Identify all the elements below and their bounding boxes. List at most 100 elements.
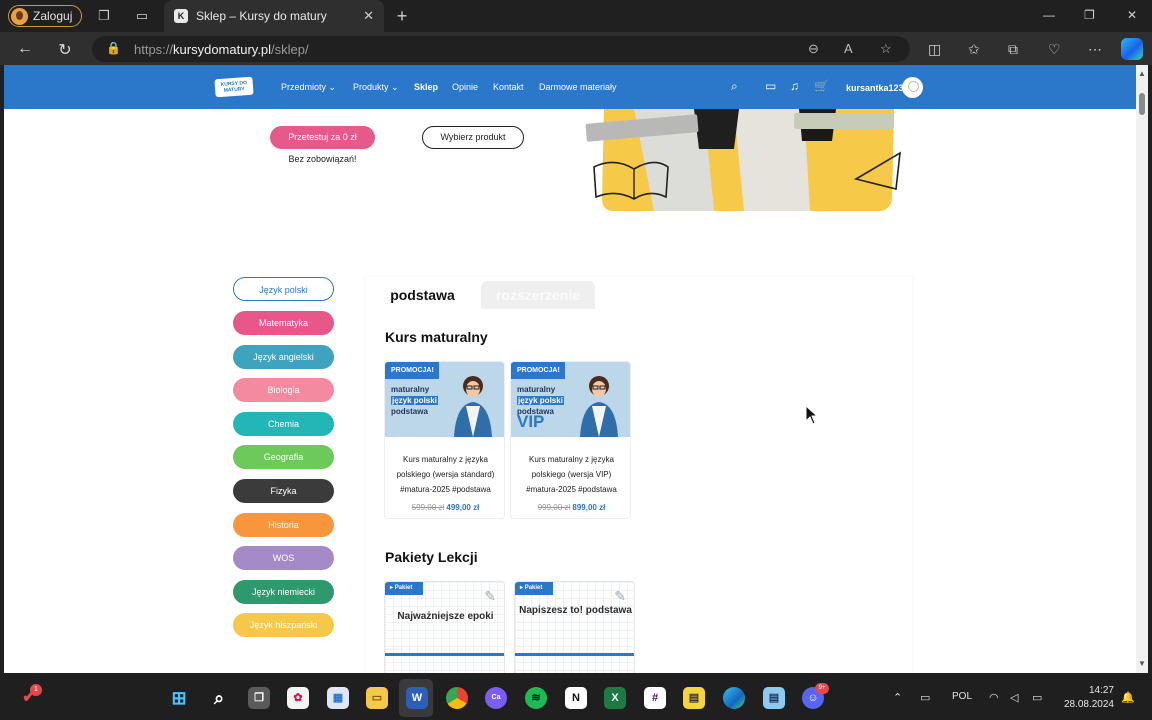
category-jezyk-hiszpanski[interactable]: Język hiszpański xyxy=(233,613,334,637)
scroll-up-icon[interactable]: ▲ xyxy=(1138,69,1146,78)
bell-icon[interactable]: ♫ xyxy=(790,79,799,93)
restore-icon[interactable]: ❐ xyxy=(1084,8,1095,22)
promo-badge: PROMOCJA! xyxy=(385,362,439,379)
edge-icon[interactable] xyxy=(723,687,745,709)
scrollbar-thumb[interactable] xyxy=(1139,93,1145,115)
package-card-epoki[interactable]: ▸ Pakiet ✎ Najważniejsze epoki xyxy=(384,581,505,673)
category-geografia[interactable]: Geografia xyxy=(233,445,334,469)
old-price: 599,00 zł xyxy=(411,503,445,512)
chevron-down-icon: ⌄ xyxy=(328,82,337,92)
no-commitment-text: Bez zobowiązań! xyxy=(288,154,357,164)
workspaces-icon[interactable]: ❐ xyxy=(96,8,112,24)
address-bar[interactable]: 🔒 https://kursydomatury.pl/sklep/ ⊖ A ☆ xyxy=(92,36,910,62)
collections-icon[interactable]: ⧉ xyxy=(1008,41,1018,58)
nav-item-przedmioty[interactable]: Przedmioty ⌄ xyxy=(281,82,336,93)
favorite-star-icon[interactable]: ☆ xyxy=(880,41,892,57)
notifications-bell-icon[interactable]: 🔔 xyxy=(1121,691,1135,704)
category-jezyk-niemiecki[interactable]: Język niemiecki xyxy=(233,580,334,604)
category-matematyka[interactable]: Matematyka xyxy=(233,311,334,335)
current-price: 499,00 zł xyxy=(446,503,480,512)
start-icon[interactable]: ⊞ xyxy=(168,687,190,709)
notepad-icon[interactable]: ▤ xyxy=(763,687,785,709)
product-card-standard[interactable]: maturalny język polski podstawa PROMOCJA! … xyxy=(384,361,505,519)
sticky-notes-icon[interactable]: ▤ xyxy=(683,687,705,709)
browser-tab-bar: Zaloguj ❐ ▭ K Sklep – Kursy do matury ✕ … xyxy=(0,0,1152,32)
scroll-down-icon[interactable]: ▼ xyxy=(1138,659,1146,668)
back-icon[interactable]: ← xyxy=(16,40,34,58)
spotify-icon[interactable]: ≋ xyxy=(525,687,547,709)
system-clock[interactable]: 14:27 28.08.2024 xyxy=(1064,684,1114,712)
read-aloud-icon[interactable]: A xyxy=(844,41,853,56)
refresh-icon[interactable]: ↻ xyxy=(56,40,74,60)
product-description[interactable]: Kurs maturalny z języka polskiego (wersj… xyxy=(393,452,498,497)
more-menu-icon[interactable]: ⋯ xyxy=(1088,41,1102,58)
profile-avatar-icon xyxy=(11,7,28,25)
split-screen-icon[interactable]: ◫ xyxy=(928,41,941,58)
teacher-photo xyxy=(454,376,492,437)
tab-podstawa[interactable]: podstawa xyxy=(366,281,479,309)
tray-chevron-icon[interactable]: ⌃ xyxy=(893,691,902,704)
cart-icon[interactable]: 🛒 xyxy=(814,79,829,93)
windows-taskbar: ✔ 1 ⊞ ⌕ ❐ ✿ ▦ ▭ W Ca ≋ N X # ▤ ▤ ☺ 9+ ⌃ … xyxy=(0,674,1152,720)
thumb-line: podstawa xyxy=(391,407,428,416)
tab-rozszerzenie[interactable]: rozszerzenie xyxy=(481,281,595,309)
notion-icon[interactable]: N xyxy=(565,687,587,709)
site-logo[interactable]: KURSY DO MATURY xyxy=(214,76,254,98)
profile-label: Zaloguj xyxy=(33,9,73,23)
category-fizyka[interactable]: Fizyka xyxy=(233,479,334,503)
category-historia[interactable]: Historia xyxy=(233,513,334,537)
new-tab-icon[interactable]: + xyxy=(394,7,410,25)
tray-device-icon[interactable]: ▭ xyxy=(920,691,930,704)
close-tab-icon[interactable]: ✕ xyxy=(363,8,374,24)
minimize-icon[interactable]: — xyxy=(1043,8,1055,22)
nav-item-opinie[interactable]: Opinie xyxy=(452,82,478,92)
category-chemia[interactable]: Chemia xyxy=(233,412,334,436)
calendar-icon[interactable]: ▦ xyxy=(327,687,349,709)
search-icon[interactable]: ⌕ xyxy=(208,687,230,709)
product-card-vip[interactable]: maturalny język polski podstawa VIP PROMOC… xyxy=(510,361,631,519)
browser-essentials-icon[interactable]: ♡ xyxy=(1048,41,1061,58)
package-card-napiszesz[interactable]: ▸ Pakiet ✎ Napiszesz to! podstawa xyxy=(514,581,635,673)
window-close-icon[interactable]: ✕ xyxy=(1127,8,1137,22)
slack-icon[interactable]: # xyxy=(644,687,666,709)
category-jezyk-angielski[interactable]: Język angielski xyxy=(233,345,334,369)
browser-tab-active[interactable]: K Sklep – Kursy do matury ✕ xyxy=(164,0,384,32)
copilot-icon[interactable] xyxy=(1121,38,1143,60)
volume-icon[interactable]: ◁ xyxy=(1010,691,1018,704)
tab-title: Sklep – Kursy do matury xyxy=(196,9,327,23)
wifi-icon[interactable]: ◠ xyxy=(989,691,999,704)
widgets-icon[interactable]: ✿ xyxy=(287,687,309,709)
thumb-line: język polski xyxy=(391,396,438,405)
nav-item-kontakt[interactable]: Kontakt xyxy=(493,82,524,92)
product-thumbnail: maturalny język polski podstawa VIP PROMOC… xyxy=(511,362,630,437)
language-indicator[interactable]: POL xyxy=(952,691,972,702)
username[interactable]: kursantka123 xyxy=(846,83,904,93)
nav-item-darmowe-materialy[interactable]: Darmowe materiały xyxy=(539,82,617,92)
word-icon[interactable]: W xyxy=(406,687,428,709)
choose-product-button[interactable]: Wybierz produkt xyxy=(422,126,524,149)
zoom-icon[interactable]: ⊖ xyxy=(808,41,819,57)
task-view-icon[interactable]: ❐ xyxy=(248,687,270,709)
category-jezyk-polski[interactable]: Język polski xyxy=(233,277,334,301)
package-title: Najważniejsze epoki xyxy=(397,611,494,622)
file-explorer-icon[interactable]: ▭ xyxy=(366,687,388,709)
search-icon[interactable]: ⌕ xyxy=(731,79,738,94)
battery-icon[interactable]: ▭ xyxy=(1032,691,1042,704)
tab-actions-icon[interactable]: ▭ xyxy=(134,8,150,24)
product-description[interactable]: Kurs maturalny z języka polskiego (wersj… xyxy=(519,452,624,497)
chrome-icon[interactable] xyxy=(446,687,468,709)
excel-icon[interactable]: X xyxy=(604,687,626,709)
category-wos[interactable]: WOS xyxy=(233,546,334,570)
vip-label: VIP xyxy=(517,412,545,431)
try-free-button[interactable]: Przetestuj za 0 zł xyxy=(270,126,375,149)
category-biologia[interactable]: Biologia xyxy=(233,378,334,402)
profile-button[interactable]: Zaloguj xyxy=(8,5,82,27)
nav-item-produkty[interactable]: Produkty ⌄ xyxy=(353,82,399,93)
user-avatar-icon[interactable] xyxy=(902,77,923,98)
canva-icon[interactable]: Ca xyxy=(485,687,507,709)
inbox-icon[interactable]: ▭ xyxy=(765,79,776,93)
hero-illustration xyxy=(585,109,901,211)
favorites-icon[interactable]: ✩ xyxy=(968,41,980,58)
page-scrollbar[interactable]: ▲ ▼ xyxy=(1136,65,1148,673)
nav-item-sklep[interactable]: Sklep xyxy=(414,82,438,92)
